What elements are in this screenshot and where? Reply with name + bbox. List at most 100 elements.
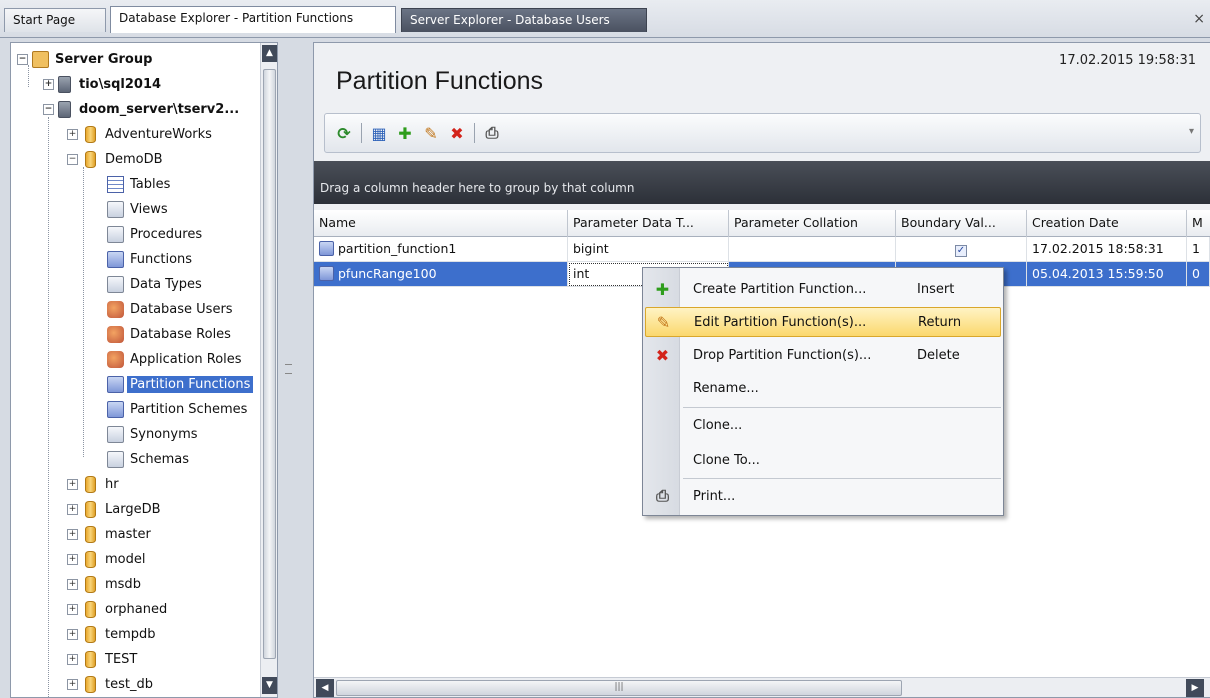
expand-icon[interactable]: +: [67, 528, 78, 540]
cell-name[interactable]: pfuncRange100: [314, 262, 568, 287]
cell-name[interactable]: partition_function1: [314, 237, 568, 262]
tree-node-db-test[interactable]: + TEST: [67, 647, 140, 671]
menu-item-clone[interactable]: Clone...: [645, 410, 1001, 440]
tab-database-explorer-partition-functions[interactable]: Database Explorer - Partition Functions: [110, 6, 396, 33]
delete-icon[interactable]: ✖: [446, 122, 468, 144]
expand-icon[interactable]: +: [67, 628, 78, 640]
cell-parameter-collation[interactable]: [729, 237, 896, 262]
tree-node-partition-functions[interactable]: Partition Functions: [107, 372, 254, 396]
expand-icon[interactable]: +: [43, 78, 54, 90]
tab-start-page[interactable]: Start Page: [4, 8, 106, 32]
expand-icon[interactable]: +: [67, 603, 78, 615]
menu-item-edit-partition-functions[interactable]: ✎ Edit Partition Function(s)... Return: [645, 307, 1001, 337]
column-header-modification-date[interactable]: M: [1187, 210, 1210, 237]
cell-parameter-data-type[interactable]: bigint: [568, 237, 729, 262]
tree-node-db-adventureworks[interactable]: + AdventureWorks: [67, 122, 215, 146]
tree-node-database-users[interactable]: Database Users: [107, 297, 236, 321]
tree-label: hr: [105, 476, 119, 492]
tree-label: Data Types: [130, 276, 202, 292]
tree-node-procedures[interactable]: Procedures: [107, 222, 205, 246]
column-header-parameter-collation[interactable]: Parameter Collation: [729, 210, 896, 237]
scroll-right-icon[interactable]: ▶: [1186, 679, 1204, 697]
scroll-up-icon[interactable]: ▲: [262, 45, 277, 62]
menu-item-drop-partition-functions[interactable]: ✖ Drop Partition Function(s)... Delete: [645, 340, 1001, 370]
tree-node-partition-schemes[interactable]: Partition Schemes: [107, 397, 250, 421]
tree-node-synonyms[interactable]: Synonyms: [107, 422, 201, 446]
tree-node-views[interactable]: Views: [107, 197, 171, 221]
tree-node-functions[interactable]: Functions: [107, 247, 195, 271]
tab-label: Server Explorer - Database Users: [410, 13, 610, 27]
tree-node-db-largedb[interactable]: + LargeDB: [67, 497, 164, 521]
tree-node-data-types[interactable]: Data Types: [107, 272, 205, 296]
collapse-icon[interactable]: −: [43, 103, 54, 115]
expand-icon[interactable]: +: [67, 478, 78, 490]
close-tab-icon[interactable]: ×: [1193, 11, 1205, 27]
table-row[interactable]: partition_function1 bigint ✓ 17.02.2015 …: [314, 237, 1210, 262]
tree-node-db-test-db[interactable]: + test_db: [67, 672, 156, 696]
print-icon[interactable]: ⎙: [481, 122, 503, 144]
collapse-icon[interactable]: −: [17, 53, 28, 65]
expand-icon[interactable]: +: [67, 578, 78, 590]
tree-node-db-model[interactable]: + model: [67, 547, 148, 571]
tree-connector: [83, 167, 84, 457]
menu-item-print[interactable]: ⎙ Print...: [645, 481, 1001, 511]
tree-node-application-roles[interactable]: Application Roles: [107, 347, 245, 371]
tree-node-db-hr[interactable]: + hr: [67, 472, 122, 496]
expand-icon[interactable]: +: [67, 678, 78, 690]
grid-horizontal-scrollbar[interactable]: ◀ ||| ▶: [314, 677, 1210, 697]
tree-node-tables[interactable]: Tables: [107, 172, 173, 196]
splitter-grip-icon[interactable]: [285, 364, 292, 374]
expand-icon[interactable]: +: [67, 653, 78, 665]
column-header-parameter-data-type[interactable]: Parameter Data T...: [568, 210, 729, 237]
tree-node-server-doom-server[interactable]: − doom_server\tserv2...: [43, 97, 242, 121]
properties-icon[interactable]: ▦: [368, 122, 390, 144]
column-header-name[interactable]: Name: [314, 210, 568, 237]
column-header-creation-date[interactable]: Creation Date: [1027, 210, 1187, 237]
expand-icon[interactable]: +: [67, 128, 78, 140]
tree-label: msdb: [105, 576, 141, 592]
refresh-icon[interactable]: ⟳: [333, 122, 355, 144]
tree-vertical-scrollbar[interactable]: ▲ ▼: [260, 43, 277, 697]
cell-modification-date[interactable]: 1: [1187, 237, 1210, 262]
database-explorer-tree[interactable]: − Server Group + tio\sql2014 − doom_serv…: [10, 42, 278, 698]
toolbar: ⟳ ▦ ✚ ✎ ✖ ⎙ ▾: [324, 113, 1201, 153]
tree-label: Database Roles: [130, 326, 231, 342]
expand-icon[interactable]: +: [67, 553, 78, 565]
add-icon[interactable]: ✚: [394, 122, 416, 144]
tab-server-explorer-database-users[interactable]: Server Explorer - Database Users: [401, 8, 647, 32]
scrollbar-thumb[interactable]: |||: [336, 680, 902, 696]
tree-node-db-msdb[interactable]: + msdb: [67, 572, 144, 596]
expand-icon[interactable]: +: [67, 503, 78, 515]
menu-item-clone-to[interactable]: Clone To...: [645, 445, 1001, 475]
group-by-panel[interactable]: Drag a column header here to group by th…: [314, 161, 1210, 204]
cell-creation-date[interactable]: 17.02.2015 18:58:31: [1027, 237, 1187, 262]
tree-node-schemas[interactable]: Schemas: [107, 447, 192, 471]
tree-node-database-roles[interactable]: Database Roles: [107, 322, 234, 346]
tree-node-db-demodb[interactable]: − DemoDB: [67, 147, 166, 171]
tree-node-db-master[interactable]: + master: [67, 522, 154, 546]
edit-icon[interactable]: ✎: [420, 122, 442, 144]
scrollbar-thumb[interactable]: [263, 69, 276, 659]
menu-item-label: Print...: [693, 488, 736, 504]
menu-item-rename[interactable]: Rename...: [645, 373, 1001, 403]
collapse-icon[interactable]: −: [67, 153, 78, 165]
scroll-left-icon[interactable]: ◀: [316, 679, 334, 697]
tree-node-db-orphaned[interactable]: + orphaned: [67, 597, 170, 621]
database-icon: [85, 650, 96, 668]
users-icon: [107, 300, 124, 318]
cell-boundary-value[interactable]: ✓: [896, 237, 1027, 262]
tree-node-server-tio-sql2014[interactable]: + tio\sql2014: [43, 72, 164, 96]
cell-creation-date[interactable]: 05.04.2013 15:59:50: [1027, 262, 1187, 287]
tree-connector: [48, 117, 49, 697]
boundary-checkbox[interactable]: ✓: [955, 245, 967, 257]
tree-node-db-tempdb[interactable]: + tempdb: [67, 622, 159, 646]
scroll-down-icon[interactable]: ▼: [262, 677, 277, 694]
column-header-boundary-value[interactable]: Boundary Val...: [896, 210, 1027, 237]
toolbar-overflow-icon[interactable]: ▾: [1189, 126, 1194, 137]
tree-label: Schemas: [130, 451, 190, 467]
panel-splitter[interactable]: [280, 42, 312, 698]
tree-node-server-group[interactable]: − Server Group: [17, 47, 155, 71]
cell-modification-date[interactable]: 0: [1187, 262, 1210, 287]
database-icon: [85, 675, 96, 693]
menu-item-create-partition-function[interactable]: ✚ Create Partition Function... Insert: [645, 274, 1001, 304]
